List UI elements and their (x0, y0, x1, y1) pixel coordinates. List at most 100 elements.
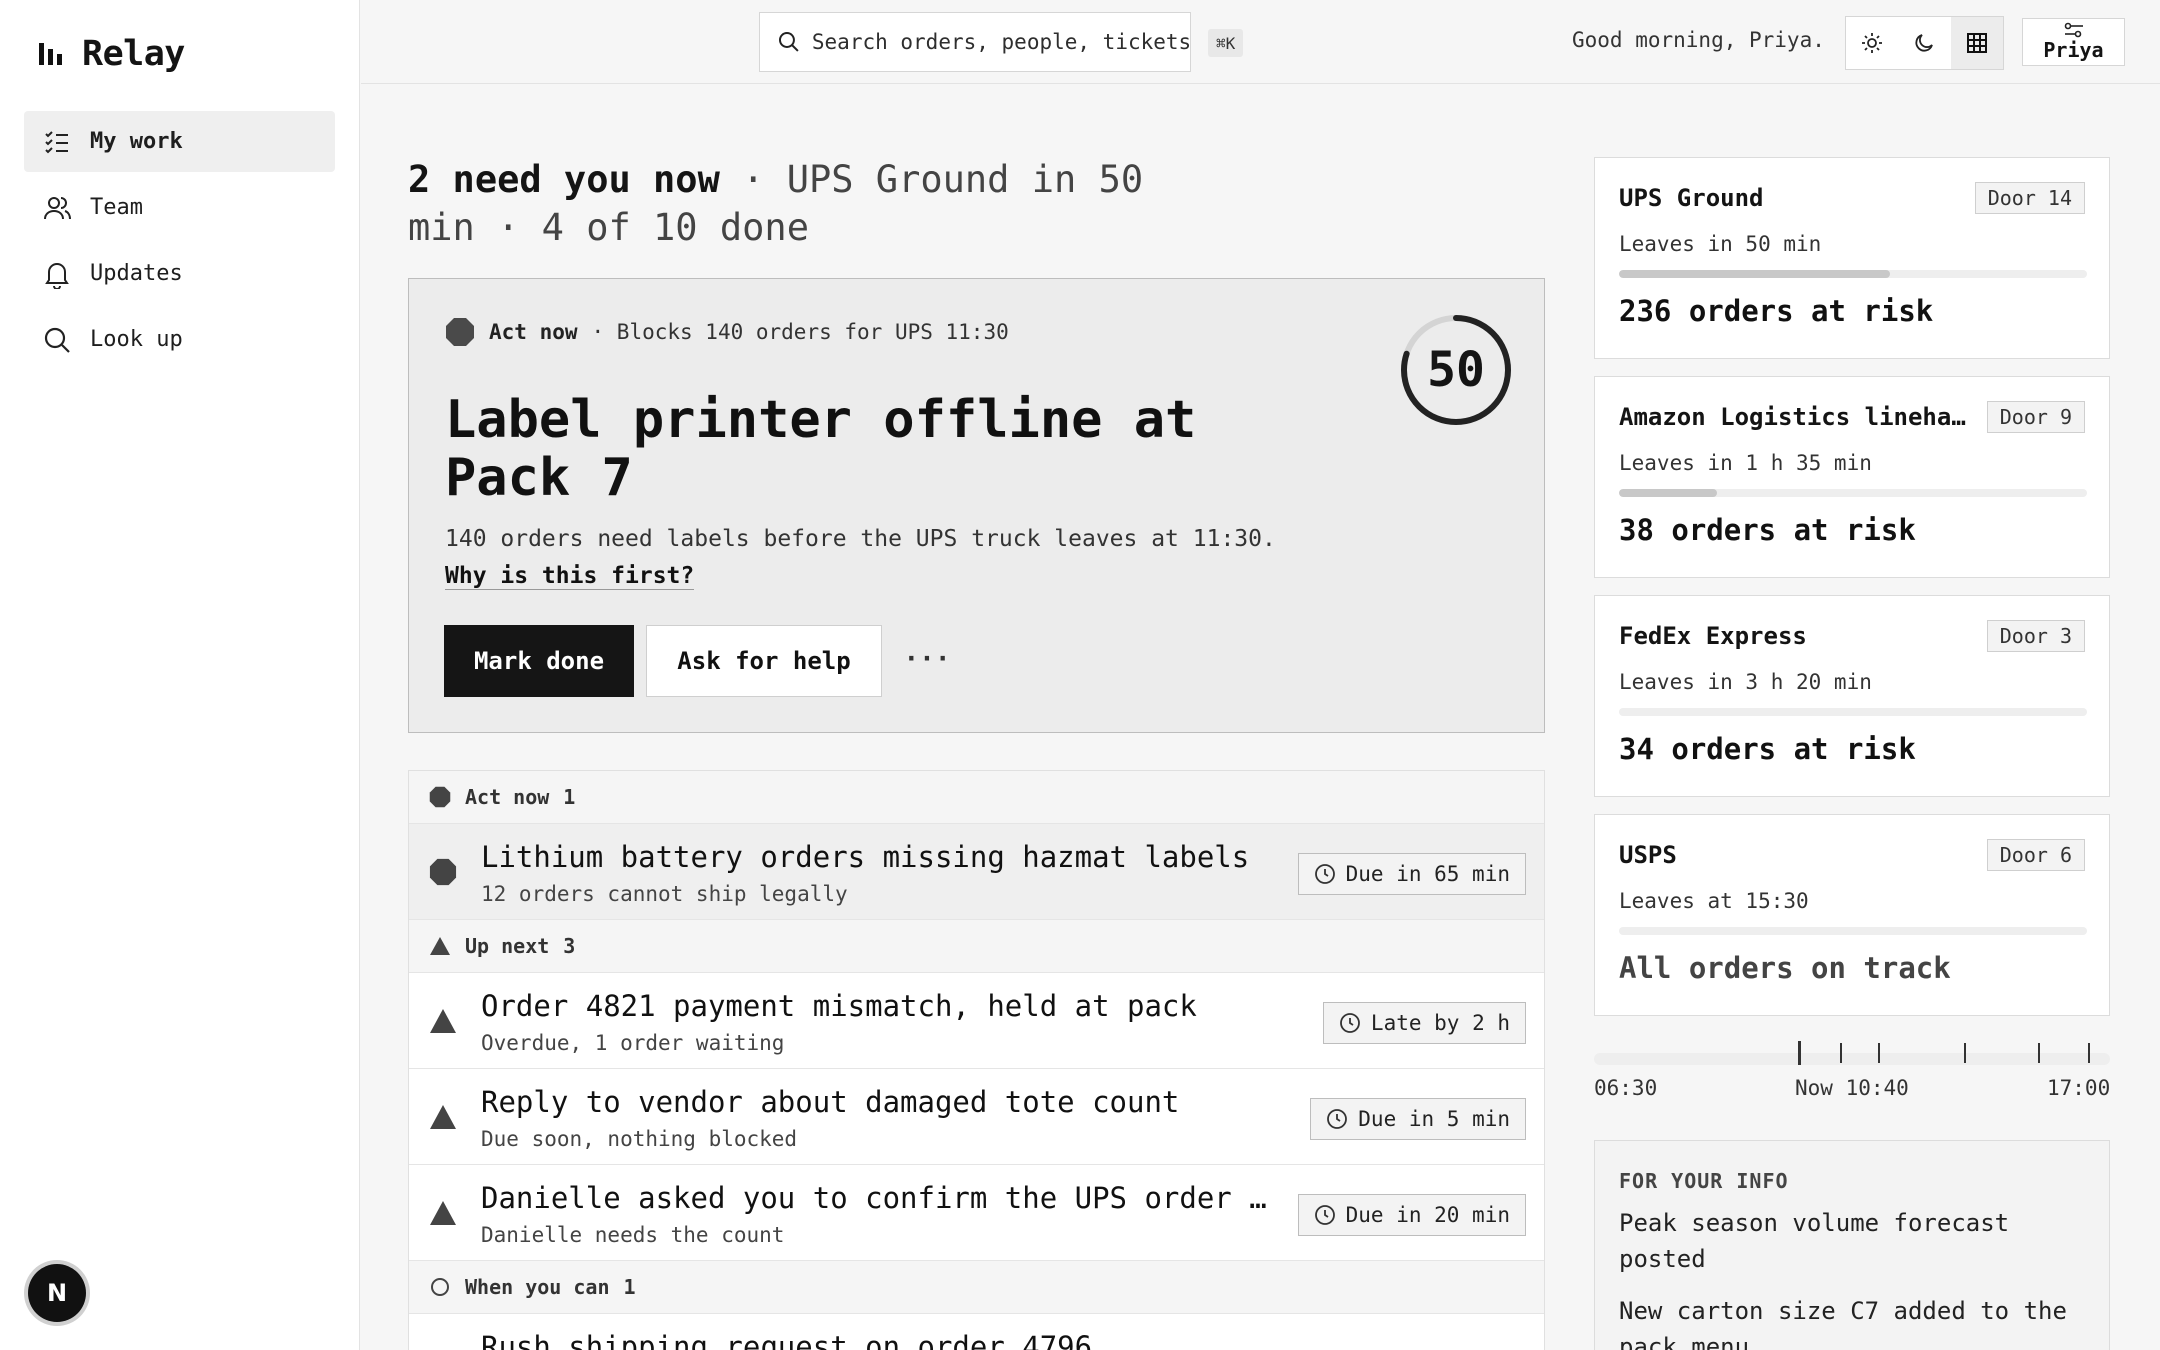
risk-count: All orders on track (1619, 951, 1951, 985)
due-text: Due in 20 min (1345, 1203, 1510, 1227)
sidebar-item-label: Team (90, 195, 143, 220)
carrier-name: USPS (1619, 841, 1677, 869)
countdown-value: 50 (1427, 342, 1485, 398)
circle-outline-icon (431, 1278, 449, 1296)
departure-progress (1619, 489, 2087, 497)
search-input[interactable] (811, 30, 1190, 54)
assistant-icon: N (46, 1279, 68, 1307)
sidebar-item-look-up[interactable]: Look up (24, 309, 335, 370)
sidebar-item-label: Updates (90, 261, 183, 286)
due-text: Due in 5 min (1358, 1107, 1510, 1131)
task-row[interactable]: Danielle asked you to confirm the UPS or… (409, 1165, 1544, 1261)
carrier-card-amazon[interactable]: Amazon Logistics linehaul Door 9 Leaves … (1594, 376, 2110, 578)
carrier-card-ups-ground[interactable]: UPS Ground Door 14 Leaves in 50 min 236 … (1594, 157, 2110, 359)
risk-count: 34 orders at risk (1619, 732, 1916, 766)
users-icon (44, 196, 71, 219)
priority-title: Label printer offline at Pack 7 (445, 390, 1197, 508)
door-badge: Door 14 (1974, 182, 2085, 214)
settings-sliders-icon (2064, 22, 2083, 38)
group-count: 1 (623, 1275, 636, 1299)
more-options-button[interactable]: ··· (904, 639, 951, 679)
clock-icon (1314, 864, 1335, 884)
list-check-icon (45, 130, 68, 153)
departure-time: Leaves at 15:30 (1619, 889, 1809, 913)
due-badge: Late by 2 h (1322, 1002, 1526, 1044)
departure-time: Leaves in 1 h 35 min (1619, 451, 1872, 475)
door-badge: Door 6 (1986, 839, 2085, 871)
task-row[interactable]: Order 4821 payment mismatch, held at pac… (409, 973, 1544, 1069)
task-subtitle: Overdue, 1 order waiting (481, 1031, 785, 1055)
search-icon (44, 327, 70, 353)
timeline-end-label: 17:00 (2047, 1076, 2111, 1100)
departure-tick (1964, 1043, 1966, 1063)
departure-time: Leaves in 3 h 20 min (1619, 670, 1872, 694)
clock-icon (1327, 1109, 1348, 1129)
clock-icon (1340, 1013, 1360, 1033)
carrier-name: UPS Ground (1619, 184, 1764, 212)
task-subtitle: Due soon, nothing blocked (481, 1127, 798, 1151)
clock-icon (1314, 1205, 1335, 1225)
progress-fill (1619, 489, 1718, 497)
mark-done-button[interactable]: Mark done (444, 625, 634, 697)
triangle-icon (430, 1201, 456, 1225)
task-title: Danielle asked you to confirm the UPS or… (481, 1181, 1281, 1215)
timeline-start-label: 06:30 (1594, 1076, 1658, 1100)
timeline-track (1594, 1053, 2110, 1065)
progress-fill (1619, 270, 1891, 278)
due-badge: Due in 5 min (1310, 1098, 1526, 1140)
group-label: Act now (465, 785, 550, 809)
dark-theme-button[interactable] (1898, 17, 1950, 69)
due-badge: Due in 65 min (1297, 853, 1526, 895)
task-row[interactable]: Lithium battery orders missing hazmat la… (409, 824, 1544, 920)
departure-progress (1619, 927, 2087, 935)
headline-main: 2 need you now (408, 158, 720, 201)
sun-icon (1862, 33, 1883, 53)
assistant-button[interactable]: N (28, 1264, 86, 1322)
sidebar-item-my-work[interactable]: My work (24, 111, 335, 172)
due-text: Late by 2 h (1370, 1011, 1510, 1035)
search-box[interactable] (759, 12, 1191, 72)
group-label: When you can (465, 1275, 610, 1299)
info-item[interactable]: New carton size C7 added to the pack men… (1619, 1293, 2079, 1350)
task-row[interactable]: Rush shipping request on order 4796 (409, 1314, 1544, 1350)
due-badge: Due in 20 min (1297, 1194, 1526, 1236)
door-badge: Door 3 (1986, 620, 2085, 652)
carrier-card-usps[interactable]: USPS Door 6 Leaves at 15:30 All orders o… (1594, 814, 2110, 1016)
group-header-up-next[interactable]: Up next 3 (409, 920, 1544, 973)
departure-progress (1619, 270, 2087, 278)
departure-time: Leaves in 50 min (1619, 232, 1822, 256)
brand-logo[interactable]: Relay (38, 30, 185, 78)
greeting-text: Good morning, Priya. (1572, 28, 1825, 52)
carrier-name: Amazon Logistics linehaul (1619, 403, 1969, 431)
info-panel: FOR YOUR INFO Peak season volume forecas… (1594, 1140, 2110, 1350)
sidebar-item-label: Look up (90, 327, 183, 352)
shortcut-hint: ⌘K (1208, 29, 1244, 57)
timeline-now-label: Now 10:40 (1795, 1076, 1909, 1100)
ask-for-help-button[interactable]: Ask for help (646, 625, 882, 697)
carrier-card-fedex[interactable]: FedEx Express Door 3 Leaves in 3 h 20 mi… (1594, 595, 2110, 797)
triangle-icon (430, 1009, 456, 1033)
grid-theme-button[interactable] (1950, 17, 2003, 69)
priority-status: Act now (489, 320, 578, 344)
sidebar: Relay My work Team Updates Look up N (0, 0, 360, 1350)
theme-toggle-group (1845, 16, 2004, 70)
page-headline: 2 need you now · UPS Ground in 50 min · … (408, 156, 1228, 252)
octagon-stop-icon (429, 786, 451, 808)
departure-progress (1619, 708, 2087, 716)
task-subtitle: Danielle needs the count (481, 1223, 785, 1247)
light-theme-button[interactable] (1846, 17, 1898, 69)
app-name: Relay (82, 34, 185, 74)
risk-count: 236 orders at risk (1619, 294, 1934, 328)
group-header-act-now[interactable]: Act now 1 (409, 771, 1544, 824)
info-item[interactable]: Peak season volume forecast posted (1619, 1205, 2079, 1277)
why-first-link[interactable]: Why is this first? (445, 563, 695, 590)
task-title: Rush shipping request on order 4796 (481, 1330, 1093, 1350)
group-header-when-you-can[interactable]: When you can 1 (409, 1261, 1544, 1314)
group-label: Up next (465, 934, 550, 958)
task-title: Order 4821 payment mismatch, held at pac… (481, 989, 1197, 1023)
sidebar-item-updates[interactable]: Updates (24, 243, 335, 304)
sidebar-item-team[interactable]: Team (24, 177, 335, 238)
task-row[interactable]: Reply to vendor about damaged tote count… (409, 1069, 1544, 1165)
bell-icon (45, 262, 69, 289)
user-menu-button[interactable]: Priya (2022, 18, 2125, 66)
